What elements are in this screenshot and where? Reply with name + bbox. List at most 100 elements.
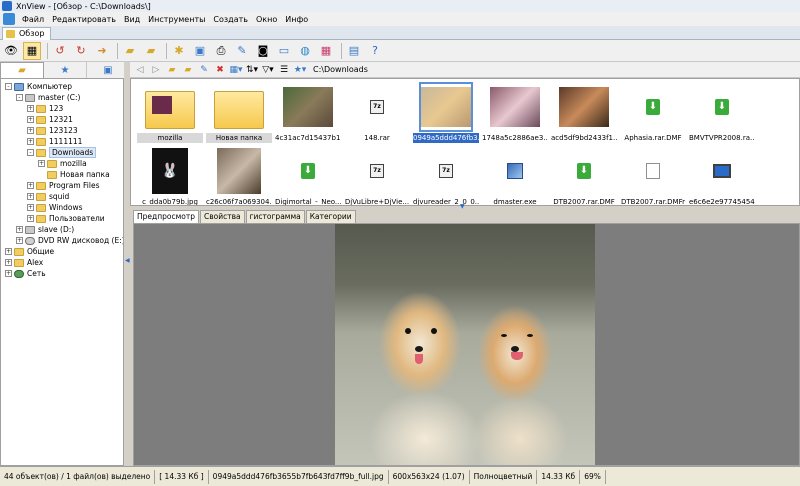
- tab-histogram[interactable]: гистограмма: [245, 210, 305, 223]
- expand-icon[interactable]: +: [27, 127, 34, 134]
- sort-icon[interactable]: ⇅▾: [245, 63, 259, 77]
- expand-icon[interactable]: +: [5, 270, 12, 277]
- tree-item[interactable]: + squid: [27, 191, 69, 202]
- tree-item[interactable]: +123123: [27, 125, 78, 136]
- tree-item[interactable]: + Alex: [5, 257, 43, 268]
- file-thumbnail[interactable]: c26c06f7a069304...: [206, 146, 272, 205]
- expand-icon[interactable]: +: [27, 215, 34, 222]
- file-thumbnail[interactable]: 1748a5c2886ae3...: [482, 82, 548, 144]
- folder-star-icon[interactable]: ▰: [142, 42, 160, 60]
- tree-item[interactable]: + Сеть: [5, 268, 46, 279]
- menu-edit[interactable]: Редактировать: [48, 15, 120, 24]
- tree-item[interactable]: + Пользователи: [27, 213, 105, 224]
- arrow-back-icon[interactable]: ➜: [93, 42, 111, 60]
- folder-up-icon[interactable]: ▰: [165, 63, 179, 77]
- collapse-icon[interactable]: -: [5, 83, 12, 90]
- tab-categories[interactable]: Категории: [305, 210, 356, 223]
- back-arrow-icon[interactable]: ◁: [133, 63, 147, 77]
- collapse-icon[interactable]: -: [16, 94, 23, 101]
- print-icon[interactable]: ⎙: [212, 42, 230, 60]
- tree-item[interactable]: + slave (D:): [16, 224, 74, 235]
- list-icon[interactable]: ☰: [277, 63, 291, 77]
- file-thumbnail[interactable]: 4c31ac7d15437b1...: [275, 82, 341, 144]
- document-menu-icon[interactable]: [3, 13, 15, 25]
- collapse-icon[interactable]: -: [27, 149, 34, 156]
- file-thumbnail[interactable]: mozilla: [137, 82, 203, 144]
- menu-file[interactable]: Файл: [18, 15, 48, 24]
- tree-item[interactable]: +12321: [27, 114, 73, 125]
- favorite-star-icon[interactable]: ★▾: [293, 63, 307, 77]
- folders-tab-icon[interactable]: ▰: [0, 62, 44, 78]
- file-thumbnail[interactable]: acd5df9bd2433f1...: [551, 82, 617, 144]
- color-icon[interactable]: ▦: [317, 42, 335, 60]
- collapse-arrow-icon[interactable]: ◀: [125, 257, 130, 267]
- file-thumbnail[interactable]: 7z DjVuLibre+DjVie...: [344, 146, 410, 205]
- file-thumbnail[interactable]: ⬇ Aphasia.rar.DMF: [620, 82, 686, 144]
- browse-icon[interactable]: ▦: [23, 41, 41, 60]
- file-thumbnail[interactable]: ⬇ Digimortal_-_Neo...: [275, 146, 341, 205]
- expand-icon[interactable]: +: [38, 160, 45, 167]
- favorites-tab-icon[interactable]: ★: [44, 62, 87, 78]
- file-thumbnail[interactable]: ⬇ BMVTVPR2008.ra...: [689, 82, 755, 144]
- expand-icon[interactable]: +: [27, 116, 34, 123]
- menu-view[interactable]: Вид: [120, 15, 144, 24]
- tree-item[interactable]: - Компьютер: [5, 81, 72, 92]
- file-thumbnail[interactable]: 🐰 c_dda0b79b.jpg: [137, 146, 203, 205]
- expand-icon[interactable]: +: [27, 193, 34, 200]
- file-thumbnail[interactable]: 0949a5ddd476fb3...: [413, 82, 479, 144]
- tab-browse[interactable]: Обзор: [2, 27, 52, 40]
- tree-item[interactable]: +1111111: [27, 136, 82, 147]
- file-thumbnail[interactable]: 7z 148.rar: [344, 82, 410, 144]
- expand-icon[interactable]: +: [27, 105, 34, 112]
- settings-icon[interactable]: ✱: [170, 42, 188, 60]
- tree-item[interactable]: + mozilla: [38, 158, 87, 169]
- camera-icon[interactable]: ◙: [254, 42, 272, 60]
- menu-tools[interactable]: Инструменты: [144, 15, 209, 24]
- delete-icon[interactable]: ✖: [213, 63, 227, 77]
- file-thumbnail[interactable]: DTB2007.rar.DMFr: [620, 146, 686, 205]
- filter-icon[interactable]: ▽▾: [261, 63, 275, 77]
- tree-item[interactable]: +123: [27, 103, 63, 114]
- menu-window[interactable]: Окно: [252, 15, 281, 24]
- globe-icon[interactable]: ◍: [296, 42, 314, 60]
- tab-preview[interactable]: Предпросмотр: [133, 210, 199, 223]
- expand-icon[interactable]: +: [27, 204, 34, 211]
- expand-icon[interactable]: +: [27, 138, 34, 145]
- view-mode-icon[interactable]: ▦▾: [229, 63, 243, 77]
- address-path[interactable]: C:\Downloads: [313, 65, 368, 74]
- layout-icon[interactable]: ▤: [345, 42, 363, 60]
- expand-icon[interactable]: +: [5, 248, 12, 255]
- tree-item[interactable]: Новая папка: [38, 169, 110, 180]
- file-thumbnail[interactable]: ⬇ DTB2007.rar.DMF: [551, 146, 617, 205]
- eye-icon[interactable]: 👁: [2, 42, 20, 60]
- tree-item[interactable]: + DVD RW дисковод (E:): [16, 235, 123, 246]
- help-icon[interactable]: ?: [366, 42, 384, 60]
- expand-icon[interactable]: +: [16, 226, 23, 233]
- folder-open-icon[interactable]: ▰: [121, 42, 139, 60]
- tab-properties[interactable]: Свойства: [199, 210, 245, 223]
- multiview-icon[interactable]: ▣: [191, 42, 209, 60]
- expand-icon[interactable]: +: [5, 259, 12, 266]
- file-thumbnail[interactable]: e6c6e2e97745454...: [689, 146, 755, 205]
- file-thumbnail[interactable]: Новая папка: [206, 82, 272, 144]
- tree-item[interactable]: - master (C:): [16, 92, 80, 103]
- slideshow-icon[interactable]: ▭: [275, 42, 293, 60]
- rotate-right-icon[interactable]: ↻: [72, 42, 90, 60]
- menu-info[interactable]: Инфо: [281, 15, 312, 24]
- tree-item[interactable]: - Downloads: [27, 147, 97, 158]
- preview-image-dogs[interactable]: [335, 224, 595, 465]
- tree-item[interactable]: + Program Files: [27, 180, 100, 191]
- file-thumbnail[interactable]: 7z djvureader_2_0_0...: [413, 146, 479, 205]
- rotate-left-icon[interactable]: ↺: [51, 42, 69, 60]
- expand-icon[interactable]: +: [27, 182, 34, 189]
- new-folder-icon[interactable]: ▰: [181, 63, 195, 77]
- forward-arrow-icon[interactable]: ▷: [149, 63, 163, 77]
- expand-icon[interactable]: +: [16, 237, 23, 244]
- scanner-icon[interactable]: ✎: [233, 42, 251, 60]
- tree-item[interactable]: + Общие: [5, 246, 54, 257]
- tree-item[interactable]: + Windows: [27, 202, 82, 213]
- collapse-down-icon[interactable]: ▼: [460, 203, 465, 210]
- rename-icon[interactable]: ✎: [197, 63, 211, 77]
- file-thumbnail[interactable]: dmaster.exe: [482, 146, 548, 205]
- menu-create[interactable]: Создать: [209, 15, 252, 24]
